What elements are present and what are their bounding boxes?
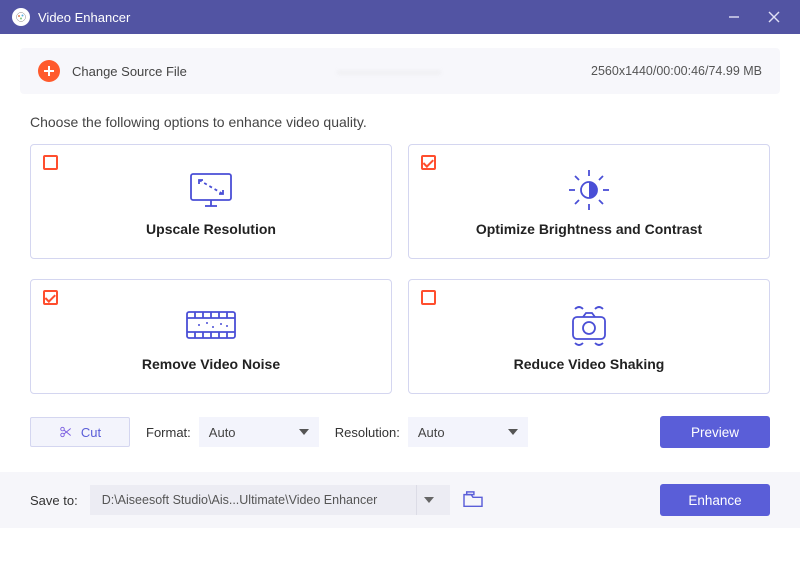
- enhance-button[interactable]: Enhance: [660, 484, 770, 516]
- save-path-box[interactable]: D:\Aiseesoft Studio\Ais...Ultimate\Video…: [90, 485, 450, 515]
- resolution-group: Resolution: Auto: [335, 417, 528, 447]
- option-label: Reduce Video Shaking: [514, 356, 665, 372]
- checkbox-noise[interactable]: [43, 290, 58, 305]
- option-remove-noise[interactable]: Remove Video Noise: [30, 279, 392, 394]
- app-window: Video Enhancer Change Source File ——————…: [0, 0, 800, 585]
- chevron-down-icon: [508, 429, 518, 435]
- app-title: Video Enhancer: [38, 10, 130, 25]
- preview-button[interactable]: Preview: [660, 416, 770, 448]
- footer: Save to: D:\Aiseesoft Studio\Ais...Ultim…: [0, 472, 800, 528]
- format-label: Format:: [146, 425, 191, 440]
- controls-row: Cut Format: Auto Resolution: Auto Previe…: [30, 416, 770, 448]
- option-upscale-resolution[interactable]: Upscale Resolution: [30, 144, 392, 259]
- save-path-dropdown[interactable]: [416, 485, 442, 515]
- monitor-upscale-icon: [185, 167, 237, 213]
- checkbox-upscale[interactable]: [43, 155, 58, 170]
- open-folder-button[interactable]: [462, 491, 484, 509]
- save-to-label: Save to:: [30, 493, 78, 508]
- checkbox-shaking[interactable]: [421, 290, 436, 305]
- save-path-text: D:\Aiseesoft Studio\Ais...Ultimate\Video…: [102, 493, 410, 507]
- brightness-icon: [565, 167, 613, 213]
- source-filename: ————————: [187, 64, 591, 79]
- change-source-button[interactable]: [38, 60, 60, 82]
- format-value: Auto: [209, 425, 236, 440]
- source-bar: Change Source File ———————— 2560x1440/00…: [20, 48, 780, 94]
- resolution-select[interactable]: Auto: [408, 417, 528, 447]
- option-reduce-shaking[interactable]: Reduce Video Shaking: [408, 279, 770, 394]
- camera-shake-icon: [561, 302, 617, 348]
- cut-label: Cut: [81, 425, 101, 440]
- resolution-value: Auto: [418, 425, 445, 440]
- option-label: Optimize Brightness and Contrast: [476, 221, 702, 237]
- option-brightness-contrast[interactable]: Optimize Brightness and Contrast: [408, 144, 770, 259]
- option-label: Remove Video Noise: [142, 356, 280, 372]
- format-select[interactable]: Auto: [199, 417, 319, 447]
- cut-button[interactable]: Cut: [30, 417, 130, 447]
- checkbox-brightness[interactable]: [421, 155, 436, 170]
- change-source-label[interactable]: Change Source File: [72, 64, 187, 79]
- close-button[interactable]: [754, 0, 794, 34]
- app-logo-icon: [12, 8, 30, 26]
- format-group: Format: Auto: [146, 417, 319, 447]
- titlebar: Video Enhancer: [0, 0, 800, 34]
- option-label: Upscale Resolution: [146, 221, 276, 237]
- resolution-label: Resolution:: [335, 425, 400, 440]
- instruction-text: Choose the following options to enhance …: [30, 114, 770, 130]
- source-meta: 2560x1440/00:00:46/74.99 MB: [591, 64, 762, 78]
- scissors-icon: [59, 425, 73, 439]
- chevron-down-icon: [424, 497, 434, 503]
- options-grid: Upscale Resolution Optimize Bright: [30, 144, 770, 394]
- minimize-button[interactable]: [714, 0, 754, 34]
- chevron-down-icon: [299, 429, 309, 435]
- film-noise-icon: [183, 302, 239, 348]
